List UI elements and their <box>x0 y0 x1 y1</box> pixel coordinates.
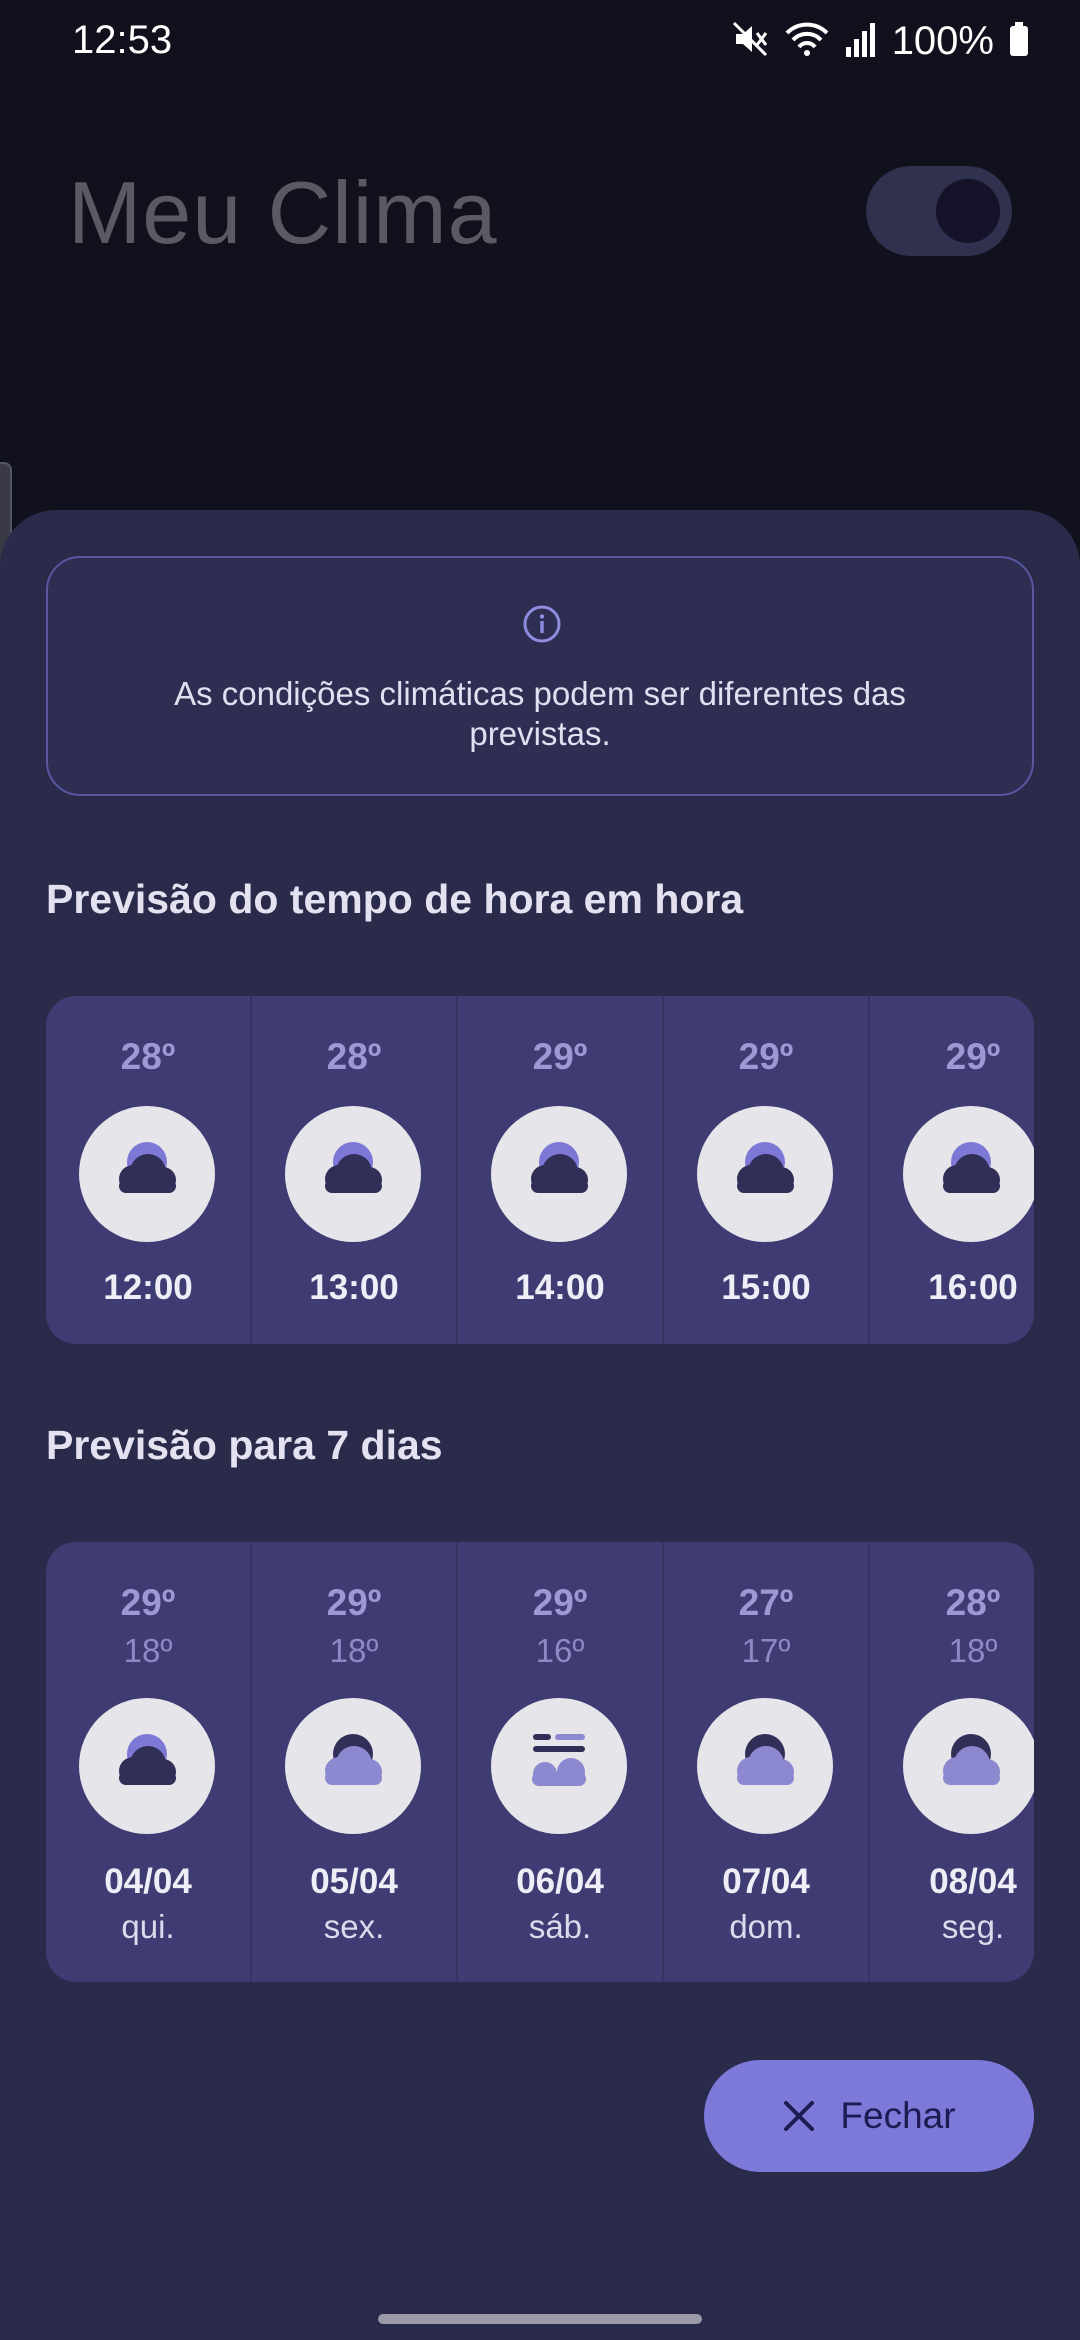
hourly-item: 29º 14:00 <box>458 996 664 1344</box>
daily-date: 08/04 <box>929 1862 1017 1901</box>
partly-cloudy-night-icon <box>903 1106 1034 1242</box>
daily-weekday: seg. <box>941 1908 1005 1945</box>
hourly-temp: 28º <box>120 1036 176 1077</box>
daily-title: Previsão para 7 dias <box>46 1422 443 1468</box>
partly-cloudy-night-icon <box>491 1106 627 1242</box>
hourly-item: 28º 13:00 <box>252 996 458 1344</box>
theme-toggle[interactable] <box>866 166 1012 256</box>
status-icons: 100% <box>730 16 1030 66</box>
partly-cloudy-night-icon <box>697 1106 833 1242</box>
cloudy-icon <box>697 1698 833 1834</box>
status-bar: 12:53 100% <box>0 0 1080 86</box>
daily-item: 27º 17º 07/04 dom. <box>664 1542 870 1982</box>
daily-date: 05/04 <box>310 1862 398 1901</box>
hourly-time: 12:00 <box>103 1268 193 1307</box>
hourly-temp: 29º <box>945 1036 1001 1077</box>
daily-min-temp: 18º <box>123 1632 173 1669</box>
hourly-time: 14:00 <box>515 1268 605 1307</box>
daily-date: 07/04 <box>722 1862 810 1901</box>
cloudy-icon <box>903 1698 1034 1834</box>
daily-min-temp: 18º <box>329 1632 379 1669</box>
daily-max-temp: 27º <box>738 1582 794 1623</box>
daily-max-temp: 29º <box>532 1582 588 1623</box>
daily-weekday: sáb. <box>528 1908 592 1945</box>
fog-icon <box>491 1698 627 1834</box>
close-icon <box>784 2101 815 2131</box>
daily-forecast-list[interactable]: 29º 18º 04/04 qui. 29º 18º 05/04 sex. 29… <box>46 1542 1034 1982</box>
partly-cloudy-night-icon <box>285 1106 421 1242</box>
daily-item: 29º 16º 06/04 sáb. <box>458 1542 664 1982</box>
daily-max-temp: 29º <box>326 1582 382 1623</box>
daily-date: 06/04 <box>516 1862 604 1901</box>
hourly-temp: 29º <box>738 1036 794 1077</box>
daily-min-temp: 18º <box>948 1632 998 1669</box>
hourly-title: Previsão do tempo de hora em hora <box>46 876 744 922</box>
cloudy-icon <box>285 1698 421 1834</box>
daily-weekday: qui. <box>121 1908 175 1945</box>
hourly-item: 28º 12:00 <box>46 996 252 1344</box>
hourly-item: 29º 16:00 <box>870 996 1034 1344</box>
hourly-forecast-list[interactable]: 28º 12:00 28º 13:00 29º 14:00 29º 15:00 … <box>46 996 1034 1344</box>
daily-item: 29º 18º 05/04 sex. <box>252 1542 458 1982</box>
gesture-nav-handle[interactable] <box>378 2314 702 2324</box>
info-message: As condições climáticas podem ser difere… <box>174 675 906 752</box>
app-title: Meu Clima <box>68 163 498 262</box>
daily-weekday: sex. <box>323 1908 385 1945</box>
hourly-temp: 28º <box>326 1036 382 1077</box>
status-time: 12:53 <box>72 18 173 62</box>
hourly-time: 15:00 <box>721 1268 811 1307</box>
daily-min-temp: 16º <box>535 1632 585 1669</box>
daily-item: 29º 18º 04/04 qui. <box>46 1542 252 1982</box>
daily-min-temp: 17º <box>741 1632 791 1669</box>
daily-date: 04/04 <box>104 1862 192 1901</box>
hourly-temp: 29º <box>532 1036 588 1077</box>
info-icon <box>523 605 561 643</box>
daily-weekday: dom. <box>729 1908 803 1945</box>
hourly-time: 13:00 <box>309 1268 399 1307</box>
daily-max-temp: 29º <box>120 1582 176 1623</box>
mute-icon <box>730 19 770 64</box>
info-banner: As condições climáticas podem ser difere… <box>46 556 1034 796</box>
daily-max-temp: 28º <box>945 1582 1001 1623</box>
daily-item: 28º 18º 08/04 seg. <box>870 1542 1034 1982</box>
hourly-time: 16:00 <box>928 1268 1018 1307</box>
partly-cloudy-icon <box>79 1698 215 1834</box>
toggle-knob <box>936 179 1000 243</box>
close-button[interactable]: Fechar <box>704 2060 1034 2172</box>
close-button-label: Fechar <box>840 2095 956 2136</box>
battery-percentage: 100% <box>891 18 994 63</box>
partly-cloudy-night-icon <box>79 1106 215 1242</box>
signal-icon <box>844 19 878 64</box>
wifi-icon <box>784 19 830 64</box>
battery-icon <box>1008 19 1030 64</box>
hourly-item: 29º 15:00 <box>664 996 870 1344</box>
